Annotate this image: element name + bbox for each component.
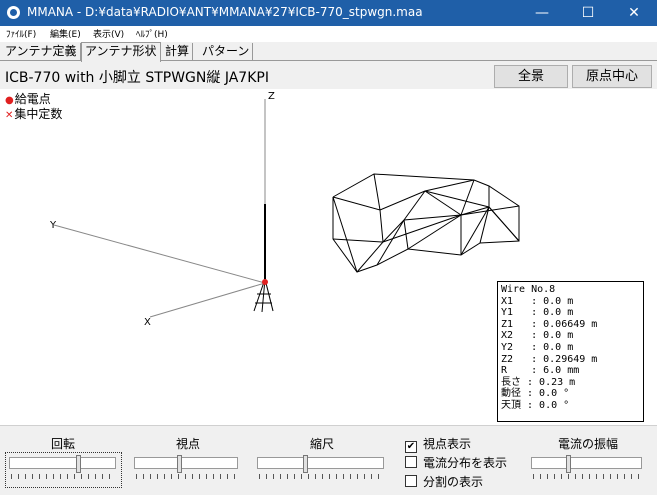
tab-antenna-definition[interactable]: アンテナ定義: [2, 43, 81, 60]
x-axis: [149, 282, 266, 318]
show-current-checkbox[interactable]: 電流分布を表示: [405, 454, 507, 471]
y-axis-label: Y: [50, 220, 57, 231]
rotate-ticks: [11, 474, 115, 479]
window-title: MMANA - D:¥data¥RADIO¥ANT¥MMANA¥27¥ICB-7…: [27, 5, 423, 19]
wire-info-line: Z1 : 0.06649 m: [501, 318, 598, 330]
current-amplitude-ticks: [533, 474, 640, 479]
maximize-button[interactable]: ☐: [565, 0, 611, 26]
y-axis: [53, 224, 266, 284]
wire-info-line: R : 6.0 mm: [501, 365, 580, 377]
rotate-slider[interactable]: [9, 452, 116, 473]
title-bar: MMANA - D:¥data¥RADIO¥ANT¥MMANA¥27¥ICB-7…: [0, 0, 657, 26]
close-button[interactable]: ✕: [611, 0, 657, 26]
wire-info-line: 長さ : 0.23 m: [501, 376, 576, 388]
rotate-label: 回転: [51, 437, 76, 451]
z-axis-label: Z: [268, 91, 275, 102]
origin-center-button[interactable]: 原点中心: [572, 65, 652, 88]
viewpoint-ticks: [136, 474, 236, 479]
x-axis-label: X: [144, 317, 151, 328]
menu-bar: ﾌｧｲﾙ(F) 編集(E) 表示(V) ﾍﾙﾌﾟ(H): [0, 26, 657, 42]
feed-point-marker: [262, 279, 268, 285]
current-amplitude-label: 電流の振幅: [558, 437, 619, 451]
show-viewpoint-checkbox[interactable]: ✔ 視点表示: [405, 435, 471, 453]
menu-edit[interactable]: 編集(E): [50, 27, 81, 40]
wire-info-line: X1 : 0.0 m: [501, 295, 574, 307]
scale-track: [257, 457, 384, 469]
ground-wireframe: [332, 173, 520, 273]
show-current-label: 電流分布を表示: [423, 456, 508, 470]
show-segments-label: 分割の表示: [423, 475, 484, 489]
show-viewpoint-label: 視点表示: [423, 437, 472, 451]
show-segments-box[interactable]: [405, 475, 417, 487]
minimize-button[interactable]: —: [519, 0, 565, 26]
wire-info-line: Y1 : 0.0 m: [501, 307, 574, 319]
tab-antenna-shape[interactable]: アンテナ形状: [81, 42, 161, 62]
viewpoint-track: [134, 457, 238, 469]
show-viewpoint-box[interactable]: ✔: [405, 441, 417, 453]
model-name: ICB-770 with 小脚立 STPWGN縦 JA7KPI: [5, 70, 269, 86]
menu-view[interactable]: 表示(V): [93, 27, 124, 40]
header: ICB-770 with 小脚立 STPWGN縦 JA7KPI 全景 原点中心: [0, 61, 657, 89]
current-amplitude-thumb[interactable]: [566, 455, 571, 473]
current-amplitude-track: [531, 457, 642, 469]
wire-info-line: X2 : 0.0 m: [501, 330, 574, 342]
show-segments-checkbox[interactable]: 分割の表示: [405, 473, 483, 490]
viewpoint-thumb[interactable]: [177, 455, 182, 473]
full-view-button[interactable]: 全景: [494, 65, 568, 88]
rotate-thumb[interactable]: [76, 455, 81, 473]
wire-info-line: Z2 : 0.29649 m: [501, 353, 598, 365]
viewpoint-slider[interactable]: [134, 452, 238, 473]
menu-help[interactable]: ﾍﾙﾌﾟ(H): [136, 27, 168, 40]
axes: [53, 99, 266, 318]
viewpoint-label: 視点: [176, 437, 201, 451]
tab-pattern[interactable]: パターン: [199, 43, 254, 60]
wire-info-line: 天頂 : 0.0 °: [501, 399, 570, 411]
antenna-view[interactable]: ●給電点 ✕集中定数 Z Y X Wire No.8 X1: 0.0 m Y1…: [0, 89, 657, 425]
scale-slider[interactable]: [257, 452, 384, 473]
wire-info-line: Y2 : 0.0 m: [501, 341, 574, 353]
show-current-box[interactable]: [405, 456, 417, 468]
scale-label: 縮尺: [310, 437, 335, 451]
antenna-wire: [253, 204, 274, 313]
wire-info-line: Wire No.8: [501, 284, 556, 295]
scale-ticks: [259, 474, 382, 479]
app-icon[interactable]: [7, 6, 20, 19]
rotate-track: [9, 457, 116, 469]
tab-bar: アンテナ定義 アンテナ形状 計算 パターン: [0, 42, 657, 62]
scale-thumb[interactable]: [303, 455, 308, 473]
control-panel: 回転 視点 縮尺 ✔ 視点表示 電流分布を表示 分割の表示 電流の振幅: [0, 425, 657, 495]
wire-info-panel: Wire No.8 X1 : 0.0 m Y1 : 0.0 m Z1 : 0.0664…: [497, 281, 644, 422]
tab-calculation[interactable]: 計算: [162, 43, 194, 60]
current-amplitude-slider[interactable]: [531, 452, 642, 473]
wire-info-line: 動径 : 0.0 °: [501, 388, 570, 400]
menu-file[interactable]: ﾌｧｲﾙ(F): [6, 27, 36, 40]
